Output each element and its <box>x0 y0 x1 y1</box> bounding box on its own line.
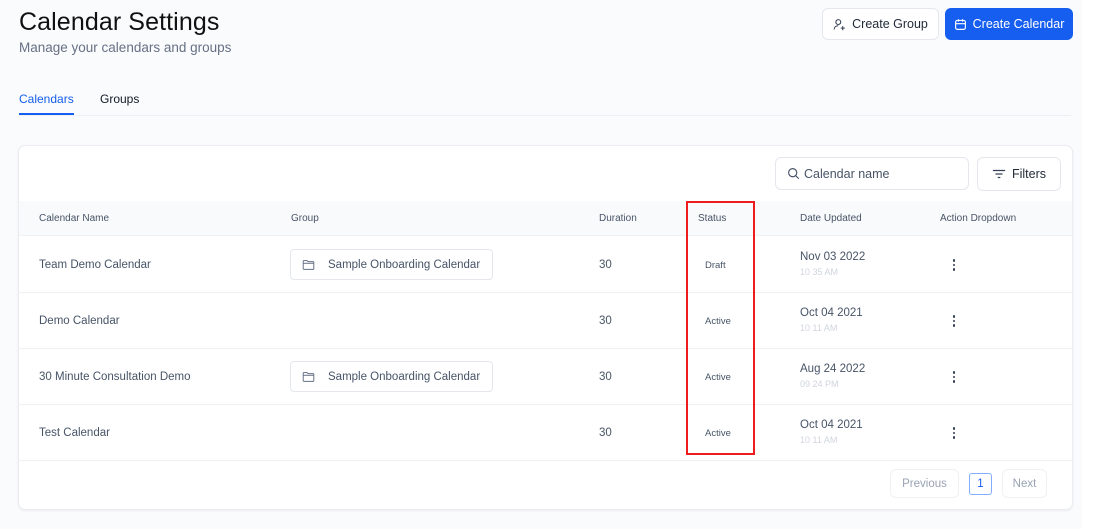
create-group-label: Create Group <box>852 17 928 31</box>
date-updated: Nov 03 2022 <box>800 251 866 263</box>
table-row: 30 Minute Consultation Demo Sample Onboa… <box>19 349 1072 405</box>
kebab-dot-icon <box>952 427 956 430</box>
time-updated: 09 24 PM <box>800 379 839 389</box>
filter-icon <box>992 169 1006 179</box>
kebab-dot-icon <box>952 371 956 374</box>
table-row: Demo Calendar 30 Active Oct 04 2021 10 1… <box>19 293 1072 349</box>
status-text: Active <box>705 316 731 327</box>
duration: 30 <box>599 259 612 271</box>
kebab-dot-icon <box>952 431 956 435</box>
next-page-button[interactable]: Next <box>1002 469 1047 498</box>
search-input[interactable] <box>804 166 964 181</box>
kebab-dot-icon <box>952 380 956 383</box>
kebab-dot-icon <box>952 315 956 318</box>
page-number-button[interactable]: 1 <box>969 473 992 495</box>
filters-button[interactable]: Filters <box>977 157 1061 191</box>
calendar-settings-page: Calendar Settings Manage your calendars … <box>0 0 1082 529</box>
search-box[interactable] <box>775 157 969 190</box>
calendar-name[interactable]: Demo Calendar <box>39 315 120 327</box>
page-title: Calendar Settings <box>19 8 220 36</box>
kebab-dot-icon <box>952 263 956 267</box>
action-dropdown-button[interactable] <box>946 368 962 386</box>
duration: 30 <box>599 427 612 439</box>
column-header-duration: Duration <box>599 213 637 224</box>
date-updated: Oct 04 2021 <box>800 307 863 319</box>
group-name: Sample Onboarding Calendar <box>328 370 481 383</box>
tab-bar: Calendars Groups <box>19 86 1071 116</box>
tab-groups[interactable]: Groups <box>100 92 139 114</box>
calendar-name[interactable]: Test Calendar <box>39 427 110 439</box>
action-dropdown-button[interactable] <box>946 312 962 330</box>
duration: 30 <box>599 371 612 383</box>
kebab-dot-icon <box>952 319 956 323</box>
previous-page-button[interactable]: Previous <box>890 469 959 498</box>
kebab-dot-icon <box>952 259 956 262</box>
action-dropdown-button[interactable] <box>946 256 962 274</box>
user-plus-icon <box>833 18 845 30</box>
action-dropdown-button[interactable] <box>946 424 962 442</box>
group-chip[interactable]: Sample Onboarding Calendar <box>290 249 493 280</box>
status-text: Active <box>705 428 731 439</box>
date-updated: Aug 24 2022 <box>800 363 866 375</box>
calendar-icon <box>954 18 966 30</box>
calendar-name[interactable]: Team Demo Calendar <box>39 259 151 271</box>
column-header-group: Group <box>291 213 319 224</box>
table-row: Test Calendar 30 Active Oct 04 2021 10 1… <box>19 405 1072 461</box>
create-calendar-label: Create Calendar <box>972 17 1065 31</box>
page-subtitle: Manage your calendars and groups <box>19 40 232 55</box>
column-header-date-updated: Date Updated <box>800 213 862 224</box>
column-header-calendar-name: Calendar Name <box>39 213 110 224</box>
group-chip[interactable]: Sample Onboarding Calendar <box>290 361 493 392</box>
table-header: Calendar Name Group Duration Status Date… <box>19 201 1072 236</box>
table-row: Team Demo Calendar Sample Onboarding Cal… <box>19 237 1072 293</box>
tab-calendars[interactable]: Calendars <box>19 92 74 115</box>
kebab-dot-icon <box>952 436 956 439</box>
kebab-dot-icon <box>952 324 956 327</box>
folder-icon <box>302 371 315 382</box>
group-name: Sample Onboarding Calendar <box>328 258 481 271</box>
column-header-status: Status <box>698 213 727 224</box>
duration: 30 <box>599 315 612 327</box>
create-calendar-button[interactable]: Create Calendar <box>945 8 1073 40</box>
status-text: Draft <box>705 260 726 271</box>
calendar-name[interactable]: 30 Minute Consultation Demo <box>39 371 191 383</box>
time-updated: 10 35 AM <box>800 267 839 277</box>
create-group-button[interactable]: Create Group <box>822 8 939 40</box>
folder-icon <box>302 259 315 270</box>
column-header-action-dropdown: Action Dropdown <box>940 213 1017 224</box>
status-text: Active <box>705 372 731 383</box>
time-updated: 10 11 AM <box>800 323 838 333</box>
filters-label: Filters <box>1011 167 1047 181</box>
date-updated: Oct 04 2021 <box>800 419 863 431</box>
calendars-table-card: Filters Calendar Name Group Duration Sta… <box>18 145 1073 510</box>
kebab-dot-icon <box>952 268 956 271</box>
time-updated: 10 11 AM <box>800 435 838 445</box>
kebab-dot-icon <box>952 375 956 379</box>
search-icon <box>788 168 800 180</box>
